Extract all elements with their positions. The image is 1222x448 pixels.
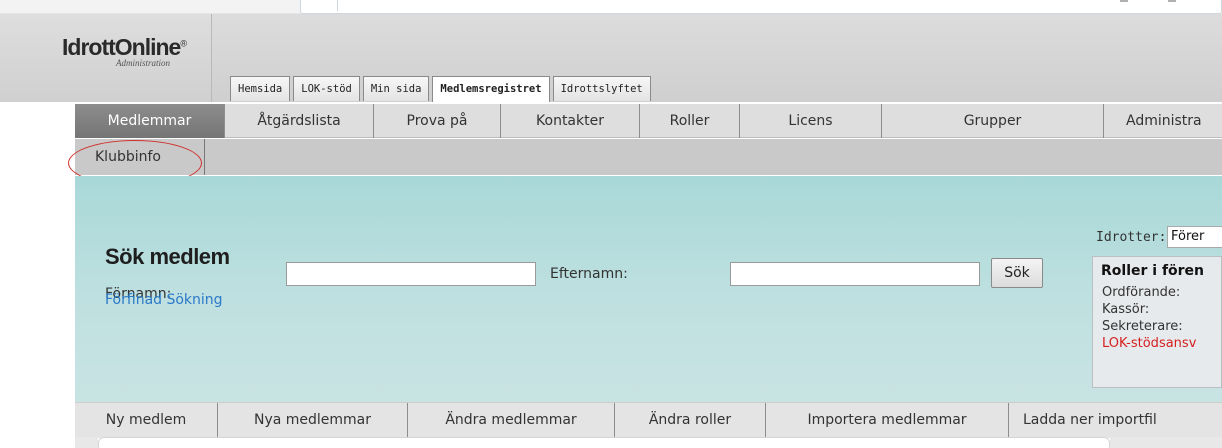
search-button[interactable]: Sök xyxy=(991,258,1043,288)
advanced-search-link[interactable]: Förfinad Sökning xyxy=(105,292,223,308)
roles-box: Roller i fören Ordförande: Kassör: Sekre… xyxy=(1092,256,1222,388)
nav-roller[interactable]: Roller xyxy=(640,104,740,138)
tab-andra-medlemmar[interactable]: Ändra medlemmar xyxy=(408,403,615,438)
app-header: IdrottOnline® Administration Hemsida LOK… xyxy=(0,14,1222,102)
nav-medlemmar[interactable]: Medlemmar xyxy=(75,104,225,138)
tab-importera-medlemmar[interactable]: Importera medlemmar xyxy=(766,403,1009,438)
logo-text: IdrottOnline® xyxy=(62,34,187,61)
sports-label: Idrotter: xyxy=(1096,230,1167,245)
tab-nya-medlemmar[interactable]: Nya medlemmar xyxy=(218,403,408,438)
content-area xyxy=(98,437,1110,448)
address-bar-divider xyxy=(337,0,338,11)
search-title: Sök medlem xyxy=(105,244,230,269)
logo-subtitle: Administration xyxy=(116,58,171,68)
top-tabs: Hemsida LOK-stöd Min sida Medlemsregistr… xyxy=(230,76,654,102)
sports-select[interactable]: Förer xyxy=(1167,226,1222,248)
tab-ladda-ner-importfil[interactable]: Ladda ner importfil xyxy=(1009,403,1222,438)
address-bar[interactable] xyxy=(300,0,1222,14)
nav-administration[interactable]: Administra xyxy=(1104,104,1222,138)
nav-prova-pa[interactable]: Prova på xyxy=(374,104,501,138)
role-sekreterare: Sekreterare: xyxy=(1102,319,1183,334)
roles-title: Roller i fören xyxy=(1101,263,1205,279)
content-gutter-left xyxy=(75,437,98,448)
main-nav: Medlemmar Åtgärdslista Prova på Kontakte… xyxy=(75,104,1222,138)
tab-idrottslyftet[interactable]: Idrottslyftet xyxy=(552,76,651,101)
tab-hemsida[interactable]: Hemsida xyxy=(230,76,291,101)
lastname-input[interactable] xyxy=(730,262,980,286)
tab-ny-medlem[interactable]: Ny medlem xyxy=(75,403,218,438)
role-ordforande: Ordförande: xyxy=(1102,285,1181,300)
content-gutter-right xyxy=(1110,437,1222,448)
logo-name: IdrottOnline xyxy=(62,34,181,60)
nav-licens[interactable]: Licens xyxy=(740,104,882,138)
role-lok-stodsansvarig[interactable]: LOK-stödsansv xyxy=(1102,336,1196,351)
search-panel: Sök medlem Förnamn: Efternamn: Sök Förfi… xyxy=(75,176,1222,402)
nav-kontakter[interactable]: Kontakter xyxy=(501,104,640,138)
firstname-input[interactable] xyxy=(286,262,536,286)
browser-toolbar xyxy=(0,0,1222,14)
member-actions-tabs: Ny medlem Nya medlemmar Ändra medlemmar … xyxy=(75,402,1222,438)
tab-andra-roller[interactable]: Ändra roller xyxy=(615,403,766,438)
logo[interactable]: IdrottOnline® Administration xyxy=(0,14,212,102)
lastname-label: Efternamn: xyxy=(550,266,628,282)
tab-min-sida[interactable]: Min sida xyxy=(362,76,430,101)
minimize-icon[interactable] xyxy=(1120,0,1128,2)
sub-nav: Klubbinfo xyxy=(75,139,1222,175)
tab-lok-stod[interactable]: LOK-stöd xyxy=(293,76,360,101)
nav-grupper[interactable]: Grupper xyxy=(882,104,1104,138)
logo-registered: ® xyxy=(180,38,187,49)
nav-atgardslista[interactable]: Åtgärdslista xyxy=(225,104,374,138)
tab-medlemsregistret[interactable]: Medlemsregistret xyxy=(432,76,550,102)
maximize-icon[interactable] xyxy=(1168,0,1176,2)
role-kassor: Kassör: xyxy=(1102,302,1150,317)
